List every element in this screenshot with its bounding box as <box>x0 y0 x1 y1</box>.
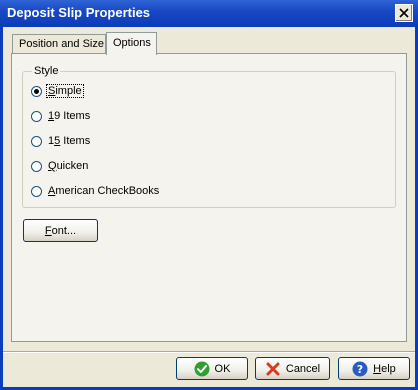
radio-button[interactable] <box>31 85 42 97</box>
cancel-label: Cancel <box>285 362 321 375</box>
tab-label: Position and Size <box>19 38 104 50</box>
dialog-window: Deposit Slip Properties Position and Siz… <box>0 0 418 390</box>
help-label: Help <box>373 362 396 375</box>
radio-15-items[interactable]: 15 Items <box>31 134 91 148</box>
help-button[interactable]: ? Help <box>338 357 410 380</box>
font-button[interactable]: Font... <box>23 219 98 242</box>
style-group-legend: Style <box>32 65 61 77</box>
radio-button[interactable] <box>31 135 42 147</box>
radio-label: 19 Items <box>48 110 91 122</box>
tab-position-and-size[interactable]: Position and Size <box>12 34 106 54</box>
question-mark-icon: ? <box>352 361 368 377</box>
ok-button[interactable]: OK <box>176 357 248 380</box>
radio-19-items[interactable]: 19 Items <box>31 109 91 123</box>
radio-label: Simple <box>46 84 84 98</box>
checkmark-icon <box>194 361 210 377</box>
radio-button[interactable] <box>31 185 42 197</box>
ok-label: OK <box>214 362 231 375</box>
cancel-button[interactable]: Cancel <box>255 357 330 380</box>
close-icon <box>399 8 409 18</box>
svg-text:?: ? <box>357 363 363 376</box>
radio-label: 15 Items <box>48 135 91 147</box>
radio-quicken[interactable]: Quicken <box>31 159 89 173</box>
radio-simple[interactable]: Simple <box>31 84 84 98</box>
tab-options[interactable]: Options <box>106 32 157 55</box>
close-button[interactable] <box>395 4 413 22</box>
font-button-label: Font... <box>44 224 77 237</box>
radio-button[interactable] <box>31 110 42 122</box>
radio-button[interactable] <box>31 160 42 172</box>
window-title: Deposit Slip Properties <box>7 5 151 20</box>
tab-label: Options <box>113 37 151 49</box>
radio-american-checkbooks[interactable]: American CheckBooks <box>31 184 160 198</box>
radio-label: Quicken <box>48 160 89 172</box>
x-icon <box>265 361 281 377</box>
radio-label: American CheckBooks <box>48 185 160 197</box>
footer-separator <box>3 351 415 353</box>
title-bar[interactable]: Deposit Slip Properties <box>0 0 418 27</box>
